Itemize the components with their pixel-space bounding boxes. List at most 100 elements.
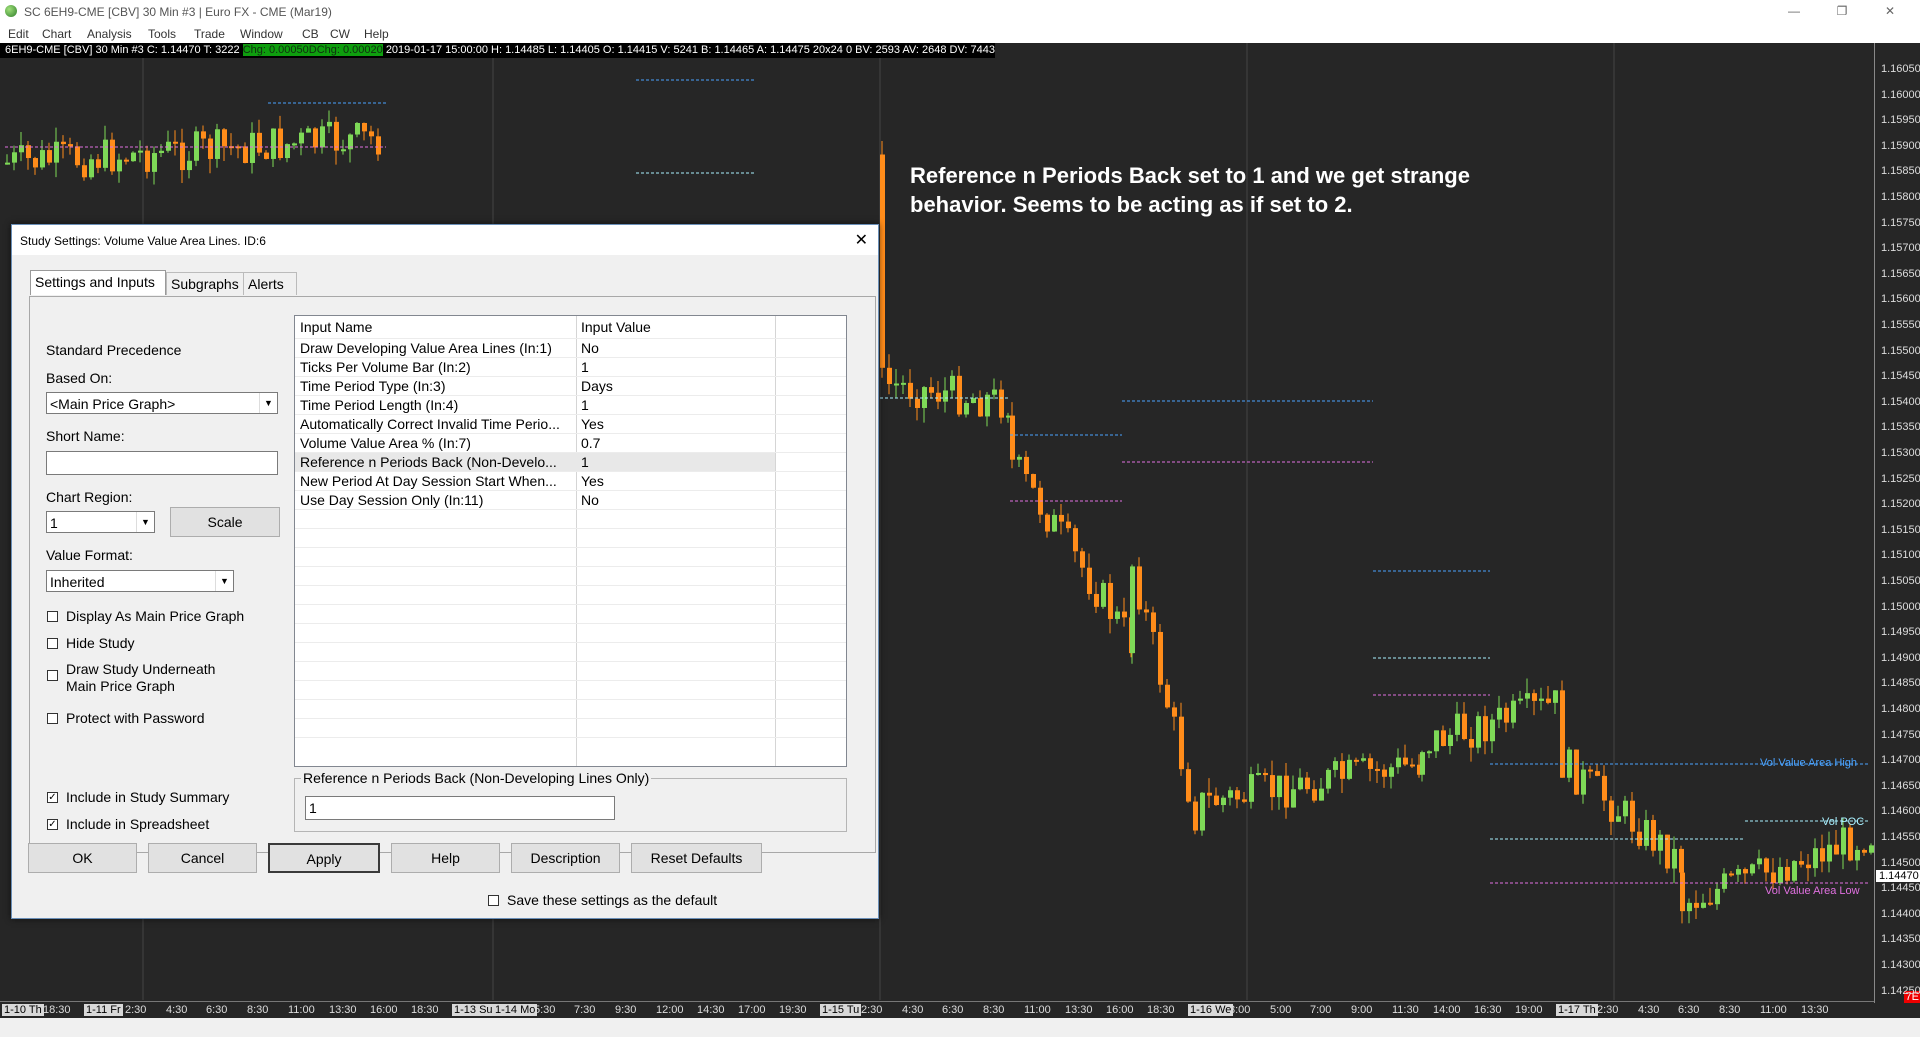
grid-row[interactable]: New Period At Day Session Start When... Y… xyxy=(295,472,775,491)
menu-tools[interactable]: Tools xyxy=(148,27,176,41)
price-tick-label: 1.15950 xyxy=(1881,114,1920,127)
candle-body xyxy=(1687,902,1692,912)
menu-analysis[interactable]: Analysis xyxy=(87,27,132,41)
grid-cell-input-value[interactable]: Days xyxy=(581,378,771,394)
grid-cell-input-value[interactable]: Yes xyxy=(581,473,771,489)
ok-button[interactable]: OK xyxy=(28,843,137,873)
grid-row[interactable]: Time Period Length (In:4) 1 xyxy=(295,396,775,415)
save-default-checkbox[interactable] xyxy=(488,895,499,906)
tab-settings-and-inputs[interactable]: Settings and Inputs xyxy=(30,270,166,295)
short-name-label: Short Name: xyxy=(46,428,125,444)
menu-edit[interactable]: Edit xyxy=(8,27,29,41)
inputs-grid[interactable]: Input Name Input Value Draw Developing V… xyxy=(294,315,847,767)
grid-row[interactable]: Draw Developing Value Area Lines (In:1) N… xyxy=(295,339,775,358)
price-tick-label: 1.16000 xyxy=(1881,88,1920,101)
chevron-down-icon: ▼ xyxy=(136,512,154,532)
draw-underneath-checkbox[interactable] xyxy=(47,670,58,681)
price-tick-label: 1.15450 xyxy=(1881,370,1920,383)
menu-window[interactable]: Window xyxy=(240,27,283,41)
candle-body xyxy=(278,128,283,159)
time-tick-label: 9:00 xyxy=(1351,1004,1373,1016)
candle-body xyxy=(1291,789,1296,808)
time-tick-label: 16:00 xyxy=(1106,1004,1134,1016)
help-button[interactable]: Help xyxy=(391,843,500,873)
grid-cell-input-value[interactable]: No xyxy=(581,492,771,508)
grid-cell-input-value[interactable]: 1 xyxy=(581,454,771,470)
grid-cell-input-name: Time Period Length (In:4) xyxy=(300,397,459,413)
candle-body xyxy=(327,121,332,127)
menu-cb[interactable]: CB xyxy=(302,27,319,41)
time-tick-label: 14:30 xyxy=(697,1004,725,1016)
protect-password-label: Protect with Password xyxy=(66,710,205,726)
candle-body xyxy=(1595,771,1600,776)
candle-body xyxy=(40,150,45,168)
grid-row-divider xyxy=(295,623,846,624)
protect-password-checkbox[interactable] xyxy=(47,713,58,724)
hide-study-checkbox[interactable] xyxy=(47,638,58,649)
grid-row[interactable]: Reference n Periods Back (Non-Develo... 1 xyxy=(295,453,775,472)
candle-body xyxy=(1441,730,1446,746)
grid-cell-input-value[interactable]: Yes xyxy=(581,416,771,432)
candle-body xyxy=(376,136,381,155)
candle-body xyxy=(1361,758,1366,761)
candle-body xyxy=(1750,864,1755,874)
close-window-button[interactable]: ✕ xyxy=(1870,2,1910,20)
candle-body xyxy=(271,128,276,159)
reference-periods-input[interactable]: 1 xyxy=(305,796,615,820)
candle-body xyxy=(1665,834,1670,869)
candle-body xyxy=(1354,759,1359,762)
based-on-select[interactable]: <Main Price Graph> ▼ xyxy=(46,392,278,414)
apply-button[interactable]: Apply xyxy=(268,843,380,873)
candle-body xyxy=(1680,872,1685,912)
candle-body xyxy=(1326,769,1331,789)
minimize-button[interactable]: — xyxy=(1774,2,1814,20)
grid-cell-input-value[interactable]: 0.7 xyxy=(581,435,771,451)
description-button[interactable]: Description xyxy=(511,843,620,873)
candle-body xyxy=(1644,820,1649,846)
include-spreadsheet-checkbox[interactable]: ✓ xyxy=(47,819,58,830)
time-tick-label: 16:00 xyxy=(370,1004,398,1016)
candle-body xyxy=(1820,848,1825,862)
tab-alerts[interactable]: Alerts xyxy=(243,272,297,295)
restore-button[interactable]: ❐ xyxy=(1822,2,1862,20)
candle-body xyxy=(1340,761,1345,779)
scale-button[interactable]: Scale xyxy=(170,507,280,537)
menu-trade[interactable]: Trade xyxy=(194,27,225,41)
grid-row[interactable]: Ticks Per Volume Bar (In:2) 1 xyxy=(295,358,775,377)
horizontal-scrollbar[interactable] xyxy=(0,1018,1920,1037)
candle-body xyxy=(1031,474,1036,488)
grid-row[interactable]: Automatically Correct Invalid Time Perio… xyxy=(295,415,775,434)
menu-help[interactable]: Help xyxy=(364,27,389,41)
menu-chart[interactable]: Chart xyxy=(42,27,71,41)
time-axis[interactable]: 1-10 Th 18:30 1-11 Fr 2:30 4:30 6:30 8:30 11:00… xyxy=(0,1001,1874,1018)
grid-row[interactable]: Volume Value Area % (In:7) 0.7 xyxy=(295,434,775,453)
grid-cell-input-value[interactable]: No xyxy=(581,340,771,356)
candle-body xyxy=(61,141,66,145)
candle-body xyxy=(320,126,325,148)
time-tick-label: 11:30 xyxy=(1392,1004,1419,1016)
grid-row[interactable]: Use Day Session Only (In:11) No xyxy=(295,491,775,510)
chart-region-select[interactable]: 1 ▼ xyxy=(46,511,155,533)
menu-cw[interactable]: CW xyxy=(330,27,350,41)
candle-body xyxy=(250,132,255,163)
cancel-button[interactable]: Cancel xyxy=(148,843,257,873)
grid-row[interactable]: Time Period Type (In:3) Days xyxy=(295,377,775,396)
tab-subgraphs[interactable]: Subgraphs xyxy=(166,272,248,295)
time-tick-label: 3:00 xyxy=(1229,1004,1251,1016)
grid-cell-input-value[interactable]: 1 xyxy=(581,397,771,413)
price-tick-label: 1.15000 xyxy=(1881,600,1920,613)
display-as-main-checkbox[interactable] xyxy=(47,611,58,622)
dialog-close-button[interactable]: ✕ xyxy=(855,230,868,250)
candle-body xyxy=(362,122,367,132)
candle-body xyxy=(1778,866,1783,884)
price-axis[interactable]: 1.14470 7E 1.16050 1.16000 1.15950 1.15900 1… xyxy=(1874,43,1920,1003)
value-format-select[interactable]: Inherited ▼ xyxy=(46,570,234,592)
chevron-down-icon: ▼ xyxy=(215,571,233,591)
time-tick-label: 9:30 xyxy=(615,1004,637,1016)
reset-defaults-button[interactable]: Reset Defaults xyxy=(631,843,762,873)
price-tick-label: 1.15750 xyxy=(1881,216,1920,229)
short-name-input[interactable] xyxy=(46,451,278,475)
grid-cell-input-value[interactable]: 1 xyxy=(581,359,771,375)
include-summary-checkbox[interactable]: ✓ xyxy=(47,792,58,803)
time-tick-label: 6:30 xyxy=(206,1004,228,1016)
